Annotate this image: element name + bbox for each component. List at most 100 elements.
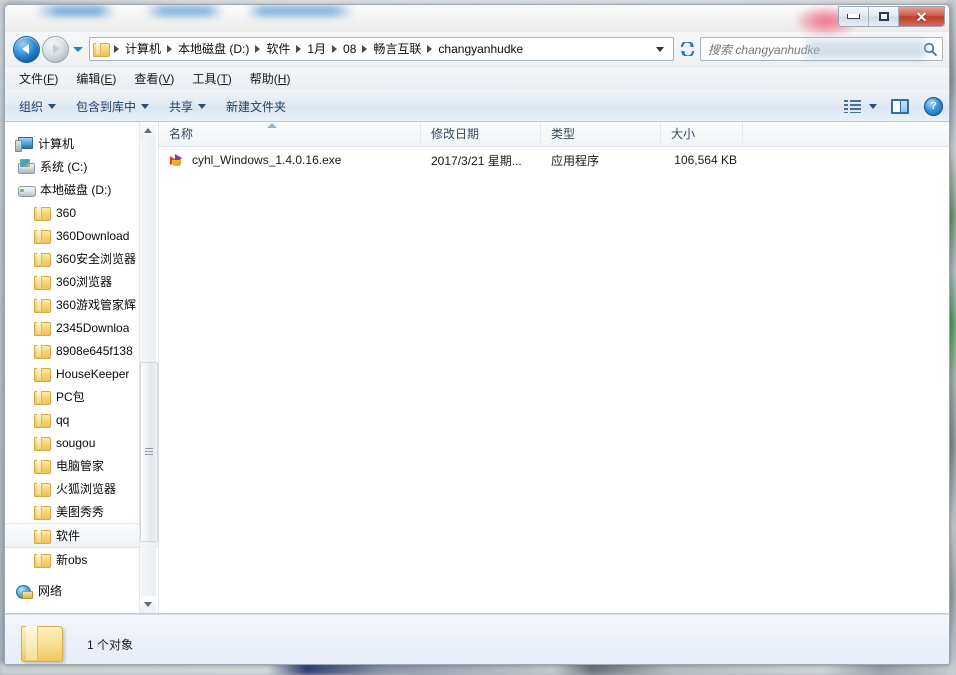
breadcrumb-item-2[interactable]: 软件 bbox=[263, 40, 293, 58]
breadcrumb-item-4[interactable]: 08 bbox=[340, 40, 359, 58]
column-header-name[interactable]: 名称 bbox=[159, 122, 421, 146]
maximize-button[interactable] bbox=[869, 7, 899, 26]
folder-icon bbox=[93, 42, 109, 56]
search-box[interactable]: 搜索 changyanhudke bbox=[700, 37, 943, 61]
chevron-down-icon bbox=[48, 104, 56, 109]
view-options-icon bbox=[844, 99, 861, 114]
breadcrumb-item-3[interactable]: 1月 bbox=[304, 40, 329, 58]
forward-button[interactable] bbox=[42, 36, 69, 63]
breadcrumb-separator-icon[interactable] bbox=[255, 45, 260, 53]
column-header-date[interactable]: 修改日期 bbox=[421, 122, 541, 146]
file-list-pane[interactable]: 名称 修改日期 类型 大小 cyhl_Windows_1.4.0.16.exe … bbox=[159, 122, 949, 613]
folder-icon bbox=[33, 366, 51, 382]
sidebar-item-360-browser[interactable]: 360浏览器 bbox=[5, 270, 158, 293]
breadcrumb-separator-icon[interactable] bbox=[362, 45, 367, 53]
organize-button[interactable]: 组织 bbox=[19, 98, 56, 115]
sidebar-item-label: 360游戏管家辉 bbox=[56, 296, 136, 313]
sidebar-item-computer[interactable]: 计算机 bbox=[5, 132, 158, 155]
back-arrow-icon bbox=[22, 44, 29, 54]
breadcrumb-item-0[interactable]: 计算机 bbox=[122, 40, 164, 58]
sidebar-item-firefox[interactable]: 火狐浏览器 bbox=[5, 477, 158, 500]
menu-item-view[interactable]: 查看(V) bbox=[134, 70, 174, 87]
scroll-down-button[interactable] bbox=[140, 596, 156, 613]
back-button[interactable] bbox=[13, 36, 40, 63]
sidebar-scrollbar[interactable] bbox=[139, 122, 156, 613]
minimize-button[interactable] bbox=[839, 7, 869, 26]
sidebar-item-system-c[interactable]: 系统 (C:) bbox=[5, 155, 158, 178]
chevron-down-icon bbox=[141, 104, 149, 109]
minimize-icon bbox=[847, 14, 860, 19]
close-button[interactable]: ✕ bbox=[899, 7, 944, 26]
sidebar-item-pc-package[interactable]: PC包 bbox=[5, 385, 158, 408]
menu-item-help[interactable]: 帮助(H) bbox=[250, 70, 291, 87]
search-input[interactable]: 搜索 changyanhudke bbox=[708, 41, 923, 58]
file-name-cell[interactable]: cyhl_Windows_1.4.0.16.exe bbox=[159, 152, 421, 168]
network-icon bbox=[15, 583, 33, 599]
title-bar[interactable]: ✕ bbox=[5, 5, 949, 32]
menu-item-tools[interactable]: 工具(T) bbox=[192, 70, 231, 87]
sidebar-item-pc-manager[interactable]: 电脑管家 bbox=[5, 454, 158, 477]
close-icon: ✕ bbox=[916, 10, 928, 24]
folder-icon bbox=[33, 481, 51, 497]
sidebar-item-label: 360 bbox=[56, 206, 76, 220]
breadcrumb-separator-icon[interactable] bbox=[296, 45, 301, 53]
sidebar-item-360[interactable]: 360 bbox=[5, 201, 158, 224]
sidebar-item-360-safe-browser[interactable]: 360安全浏览器 bbox=[5, 247, 158, 270]
drive-icon bbox=[17, 182, 35, 198]
column-header-type[interactable]: 类型 bbox=[541, 122, 661, 146]
sidebar-item-360-game-manager[interactable]: 360游戏管家辉 bbox=[5, 293, 158, 316]
column-header-extra[interactable] bbox=[743, 122, 903, 146]
column-header-size[interactable]: 大小 bbox=[661, 122, 743, 146]
scroll-up-button[interactable] bbox=[140, 122, 156, 139]
maximize-icon bbox=[879, 12, 889, 21]
breadcrumb-item-6[interactable]: changyanhudke bbox=[435, 40, 526, 58]
sidebar-item-label: 软件 bbox=[56, 527, 80, 544]
sidebar-item-label: PC包 bbox=[56, 388, 85, 405]
address-dropdown-icon[interactable] bbox=[656, 47, 664, 52]
file-name-text: cyhl_Windows_1.4.0.16.exe bbox=[192, 153, 341, 167]
include-in-library-button[interactable]: 包含到库中 bbox=[76, 98, 149, 115]
sidebar-item-360download[interactable]: 360Download bbox=[5, 224, 158, 247]
sidebar-item-software[interactable]: 软件 bbox=[5, 523, 158, 548]
sidebar-item-2345download[interactable]: 2345Downloa bbox=[5, 316, 158, 339]
sidebar-item-housekeeper[interactable]: HouseKeeper bbox=[5, 362, 158, 385]
share-button[interactable]: 共享 bbox=[169, 98, 206, 115]
sidebar-item-sougou[interactable]: sougou bbox=[5, 431, 158, 454]
sidebar-item-new-obs[interactable]: 新obs bbox=[5, 548, 158, 571]
refresh-button[interactable] bbox=[675, 38, 699, 60]
command-toolbar: 组织 包含到库中 共享 新建文件夹 ? bbox=[5, 90, 949, 122]
menu-item-file[interactable]: 文件(F) bbox=[19, 70, 58, 87]
sidebar-item-meitu[interactable]: 美图秀秀 bbox=[5, 500, 158, 523]
table-row[interactable]: cyhl_Windows_1.4.0.16.exe 2017/3/21 星期..… bbox=[159, 147, 949, 173]
menu-item-edit[interactable]: 编辑(E) bbox=[76, 70, 116, 87]
sidebar-item-local-disk-d[interactable]: 本地磁盘 (D:) bbox=[5, 178, 158, 201]
sidebar-item-qq[interactable]: qq bbox=[5, 408, 158, 431]
sidebar-item-8908e645f138[interactable]: 8908e645f138 bbox=[5, 339, 158, 362]
chevron-down-icon bbox=[144, 602, 152, 607]
preview-pane-icon[interactable] bbox=[891, 99, 909, 114]
address-bar[interactable]: 计算机 本地磁盘 (D:) 软件 1月 08 畅言互联 changyanhudk… bbox=[89, 37, 674, 61]
recent-locations-icon[interactable] bbox=[73, 47, 83, 52]
sidebar-item-label: 本地磁盘 (D:) bbox=[40, 181, 111, 198]
folder-icon bbox=[33, 297, 51, 313]
scrollbar-thumb[interactable] bbox=[140, 362, 158, 542]
help-icon[interactable]: ? bbox=[924, 97, 943, 116]
breadcrumb-separator-icon[interactable] bbox=[427, 45, 432, 53]
change-view-button[interactable] bbox=[844, 99, 877, 114]
new-folder-button[interactable]: 新建文件夹 bbox=[226, 98, 286, 115]
breadcrumb-item-5[interactable]: 畅言互联 bbox=[370, 40, 424, 58]
breadcrumb: 计算机 本地磁盘 (D:) 软件 1月 08 畅言互联 changyanhudk… bbox=[111, 40, 649, 58]
breadcrumb-separator-icon[interactable] bbox=[167, 45, 172, 53]
breadcrumb-item-1[interactable]: 本地磁盘 (D:) bbox=[175, 40, 252, 58]
breadcrumb-separator-icon[interactable] bbox=[114, 45, 119, 53]
breadcrumb-separator-icon[interactable] bbox=[332, 45, 337, 53]
sidebar-item-label: sougou bbox=[56, 436, 95, 450]
sidebar-item-label: 计算机 bbox=[38, 135, 74, 152]
status-item-count: 1 个对象 bbox=[87, 636, 133, 653]
folder-icon bbox=[33, 251, 51, 267]
sidebar-item-network[interactable]: 网络 bbox=[5, 579, 158, 602]
folder-icon bbox=[33, 412, 51, 428]
folder-icon bbox=[33, 205, 51, 221]
chevron-down-icon bbox=[198, 104, 206, 109]
sidebar-item-label: 网络 bbox=[38, 582, 62, 599]
